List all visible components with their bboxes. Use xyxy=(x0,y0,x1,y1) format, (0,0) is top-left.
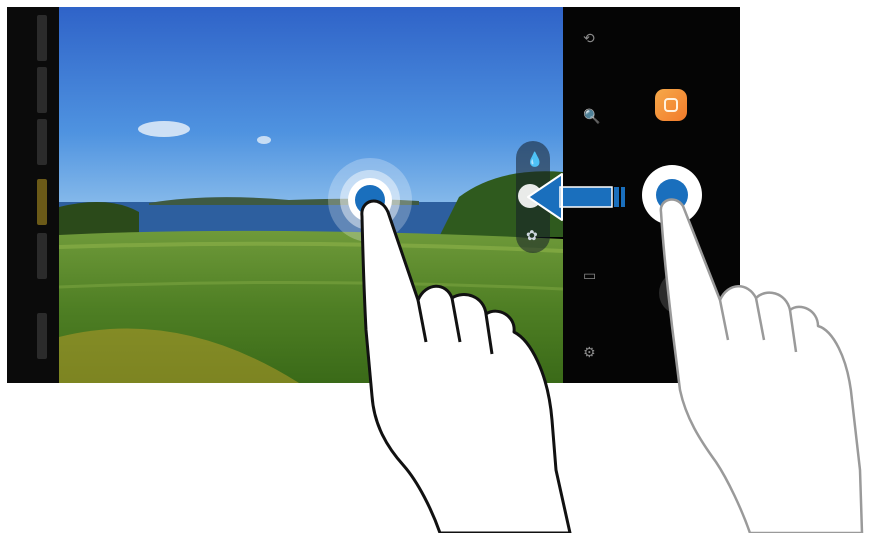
filter-slider[interactable]: 💧 ✿ xyxy=(516,141,550,253)
mode-item[interactable] xyxy=(37,67,47,113)
mode-bar xyxy=(7,7,59,383)
mode-item[interactable] xyxy=(37,119,47,165)
camera-screen: 💧 ✿ ⟲ 🔍 ▭ ⚙ xyxy=(7,7,740,383)
viewfinder[interactable] xyxy=(59,7,563,383)
mode-item[interactable] xyxy=(37,15,47,61)
water-drop-icon[interactable]: 💧 xyxy=(526,153,543,167)
mode-item[interactable] xyxy=(37,233,47,279)
gallery-icon[interactable]: ▭ xyxy=(583,269,596,283)
settings-icon[interactable]: ⚙ xyxy=(583,346,596,360)
bixby-vision-icon[interactable] xyxy=(655,89,687,121)
mode-item-active[interactable] xyxy=(37,179,47,225)
mode-item[interactable] xyxy=(37,313,47,359)
flower-icon[interactable]: ✿ xyxy=(526,229,538,243)
record-button[interactable] xyxy=(659,271,703,315)
right-control-bar: ⟲ 🔍 ▭ ⚙ xyxy=(563,7,740,383)
switch-camera-icon[interactable]: ⟲ xyxy=(583,32,595,46)
zoom-icon[interactable]: 🔍 xyxy=(583,110,600,124)
